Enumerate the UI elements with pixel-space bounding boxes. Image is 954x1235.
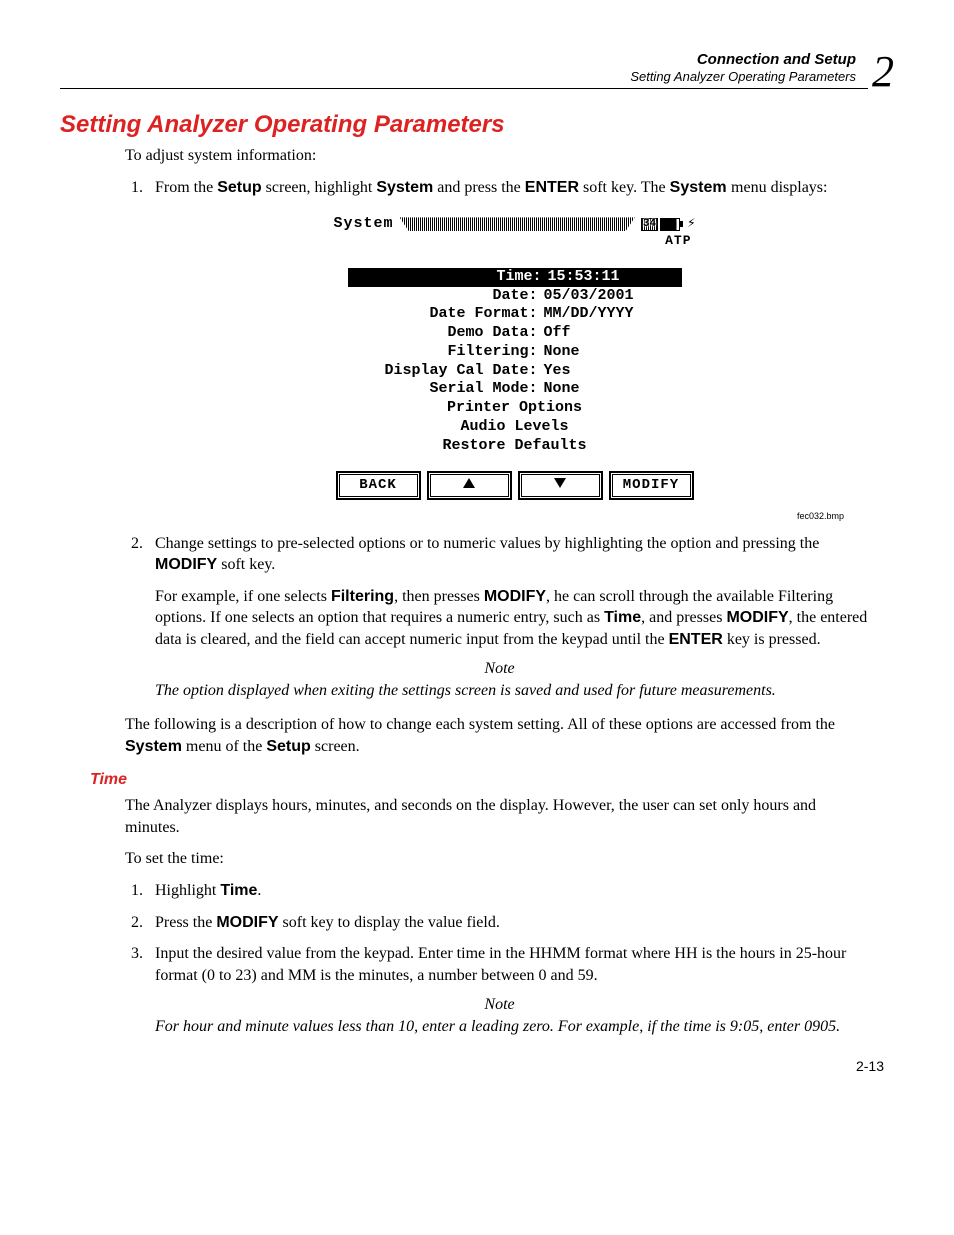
note2-heading: Note: [125, 996, 874, 1014]
note2-body: For hour and minute values less than 10,…: [155, 1016, 844, 1038]
time-description: The Analyzer displays hours, minutes, an…: [125, 795, 874, 838]
down-arrow-icon: [554, 478, 566, 488]
menu-row-date[interactable]: Date:05/03/2001: [348, 287, 682, 306]
softkey-modify[interactable]: MODIFY: [609, 471, 694, 500]
intro-text: To adjust system information:: [125, 145, 874, 167]
header-section-title: Setting Analyzer Operating Parameters: [630, 69, 856, 84]
time-procedure-list: Highlight Time. Press the MODIFY soft ke…: [125, 880, 874, 986]
chapter-number: 2: [868, 50, 894, 94]
time-intro: To set the time:: [125, 848, 874, 870]
note-body: The option displayed when exiting the se…: [155, 680, 844, 702]
softkey-down[interactable]: [518, 471, 603, 500]
procedure-list: From the Setup screen, highlight System …: [125, 177, 874, 651]
menu-row-audio-levels[interactable]: Audio Levels: [348, 418, 682, 437]
lcd-mode: ATP: [330, 232, 700, 250]
menu-row-printer-options[interactable]: Printer Options: [348, 399, 682, 418]
note-heading: Note: [125, 660, 874, 678]
menu-row-filtering[interactable]: Filtering:None: [348, 343, 682, 362]
header-chapter-title: Connection and Setup: [697, 51, 856, 68]
battery-indicator: 34 ⚡: [641, 215, 696, 234]
time-step-2: Press the MODIFY soft key to display the…: [147, 912, 874, 934]
lcd-screen: System 34 ⚡ ATP Time:15:53:11 Date:05/03…: [330, 212, 700, 506]
time-step-1: Highlight Time.: [147, 880, 874, 902]
plug-icon: ⚡: [687, 215, 695, 234]
softkey-back[interactable]: BACK: [336, 471, 421, 500]
battery-icon: [660, 218, 680, 231]
menu-row-date-format[interactable]: Date Format:MM/DD/YYYY: [348, 305, 682, 324]
section-heading: Setting Analyzer Operating Parameters: [60, 111, 894, 139]
menu-row-serial-mode[interactable]: Serial Mode:None: [348, 380, 682, 399]
soft-key-row: BACK MODIFY: [330, 463, 700, 506]
page-header: Connection and Setup Setting Analyzer Op…: [60, 50, 894, 89]
following-text: The following is a description of how to…: [125, 714, 874, 757]
time-step-3: Input the desired value from the keypad.…: [147, 943, 874, 986]
system-menu-figure: System 34 ⚡ ATP Time:15:53:11 Date:05/03…: [155, 212, 874, 506]
battery-percent: 34: [641, 218, 658, 231]
step-2: Change settings to pre-selected options …: [147, 533, 874, 651]
page-number: 2-13: [60, 1058, 884, 1074]
softkey-up[interactable]: [427, 471, 512, 500]
lcd-title: System: [334, 214, 394, 234]
subsection-time-heading: Time: [90, 771, 894, 789]
menu-row-restore-defaults[interactable]: Restore Defaults: [348, 437, 682, 456]
menu-row-display-cal-date[interactable]: Display Cal Date:Yes: [348, 362, 682, 381]
step-1: From the Setup screen, highlight System …: [147, 177, 874, 523]
lcd-tab-decoration: [400, 217, 635, 231]
lcd-menu: Time:15:53:11 Date:05/03/2001 Date Forma…: [330, 250, 700, 464]
up-arrow-icon: [463, 478, 475, 488]
figure-filename: fec032.bmp: [155, 510, 844, 522]
menu-row-time[interactable]: Time:15:53:11: [348, 268, 682, 287]
menu-row-demo-data[interactable]: Demo Data:Off: [348, 324, 682, 343]
step-2-example: For example, if one selects Filtering, t…: [155, 586, 874, 651]
